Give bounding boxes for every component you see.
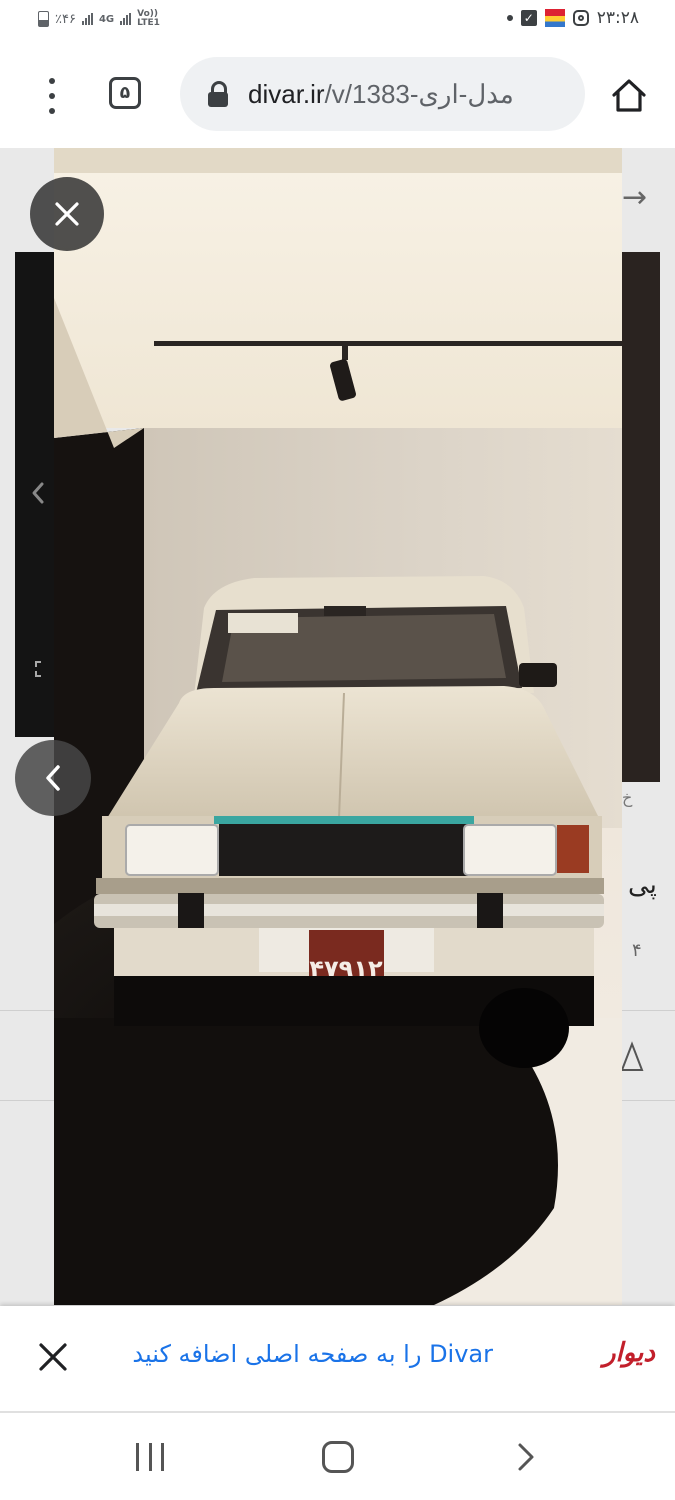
signal-icon xyxy=(120,13,132,25)
background-title-fragment: پی xyxy=(628,870,657,900)
chevron-left-icon xyxy=(46,765,60,791)
home-icon[interactable] xyxy=(610,76,648,114)
back-nav-icon[interactable] xyxy=(514,1441,538,1473)
background-letter-fragment: خ xyxy=(622,788,633,807)
background-number-fragment: ۴ xyxy=(632,940,642,961)
check-notification-icon: ✓ xyxy=(520,10,537,26)
battery-level: ٪۴۶ xyxy=(55,11,76,27)
network-4g-label: 4G xyxy=(98,13,115,25)
close-banner-icon[interactable] xyxy=(38,1342,68,1372)
tab-switcher-button[interactable]: ۵ xyxy=(109,77,141,109)
url-path: /v/1383-مدل-اری xyxy=(324,78,514,109)
battery-icon xyxy=(38,11,49,27)
lock-icon xyxy=(208,81,228,107)
recent-apps-icon[interactable] xyxy=(136,1443,164,1471)
url-text[interactable]: divar.ir/v/1383-مدل-اری xyxy=(248,79,514,110)
signal-icon xyxy=(81,13,93,25)
warning-icon xyxy=(620,1041,644,1071)
notification-dot-icon xyxy=(506,15,513,21)
instagram-icon xyxy=(572,10,589,26)
status-bar: ٪۴۶ 4G Vo)) LTE1 ✓ ۲۳:۲۸ xyxy=(0,0,675,42)
background-image-strip xyxy=(622,252,660,782)
home-nav-icon[interactable] xyxy=(322,1441,354,1473)
clock: ۲۳:۲۸ xyxy=(596,8,639,28)
close-icon xyxy=(55,202,79,226)
menu-icon[interactable] xyxy=(38,78,66,114)
chevron-left-icon[interactable] xyxy=(28,478,48,508)
listing-photo[interactable]: ۴۷۹۱۲ xyxy=(54,148,622,1305)
volte-label: Vo)) LTE1 xyxy=(137,9,160,28)
close-viewer-button[interactable] xyxy=(30,177,104,251)
address-bar[interactable]: divar.ir/v/1383-مدل-اری xyxy=(180,57,585,131)
arrow-right-icon: → xyxy=(622,180,648,215)
expand-icon[interactable] xyxy=(34,660,52,678)
url-host: divar.ir xyxy=(248,78,325,109)
divar-logo: دیوار xyxy=(602,1338,655,1368)
previous-photo-button[interactable] xyxy=(15,740,91,816)
add-to-home-link[interactable]: Divar را به صفحه اصلی اضافه کنید xyxy=(132,1340,493,1368)
app-notification-icon xyxy=(544,9,565,27)
